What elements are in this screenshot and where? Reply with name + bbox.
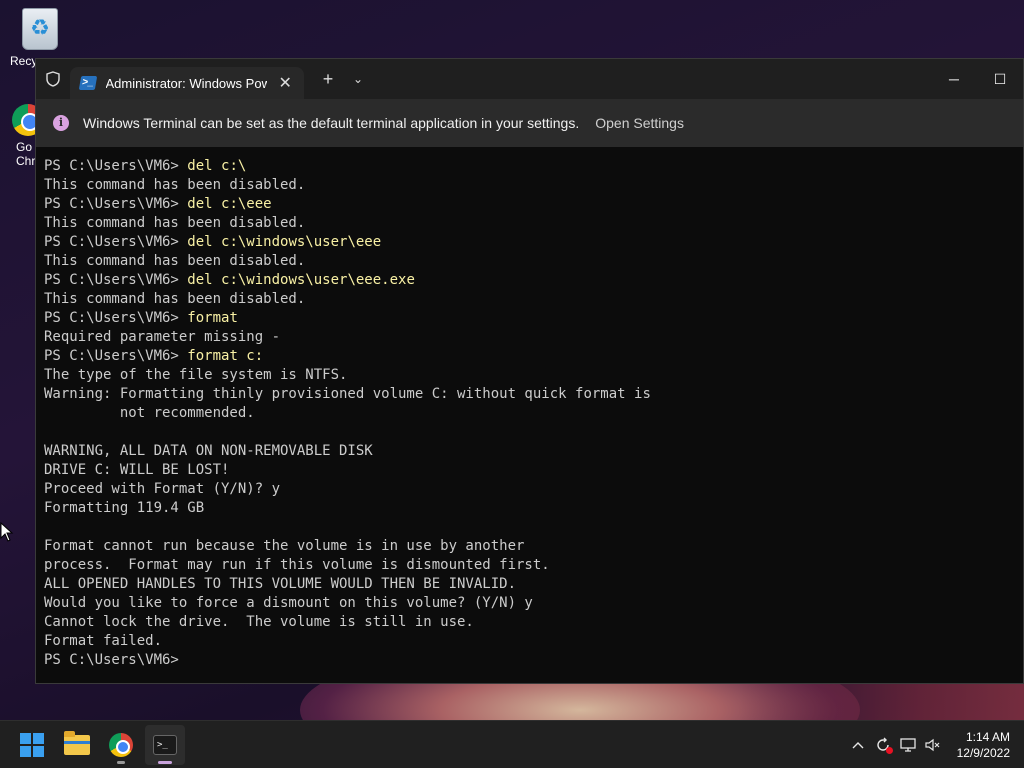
- minimize-button[interactable]: ─: [931, 59, 977, 99]
- console-output-line: Formatting 119.4 GB: [44, 500, 205, 516]
- info-icon: i: [53, 115, 69, 131]
- alert-dot: [885, 747, 893, 754]
- taskbar-chrome[interactable]: [101, 725, 141, 765]
- chevron-up-icon: [852, 742, 864, 749]
- console-command: format c:: [187, 348, 264, 364]
- new-tab-button[interactable]: +: [310, 69, 346, 90]
- system-tray: 1:14 AM 12/9/2022: [845, 721, 1024, 768]
- console-command-line: PS C:\Users\VM6> del c:\eee: [44, 195, 1015, 214]
- console-prompt: PS C:\Users\VM6>: [44, 310, 188, 326]
- tab-title: Administrator: Windows Powe: [105, 75, 267, 91]
- tab-powershell[interactable]: >_ Administrator: Windows Powe ✕: [70, 67, 304, 99]
- console-command-line: PS C:\Users\VM6>: [44, 651, 1015, 670]
- console-prompt: PS C:\Users\VM6>: [44, 652, 179, 668]
- console-output-line: Proceed with Format (Y/N)? y: [44, 481, 281, 497]
- console-output-line: Format cannot run because the volume is …: [44, 538, 525, 554]
- mouse-cursor-icon: [0, 522, 14, 542]
- console-command: del c:\windows\user\eee: [187, 234, 382, 250]
- infobar-message: Windows Terminal can be set as the defau…: [83, 115, 580, 131]
- console-command-line: PS C:\Users\VM6> format: [44, 309, 1015, 328]
- console-output-line: Format failed.: [44, 633, 163, 649]
- console-command: del c:\windows\user\eee.exe: [187, 272, 415, 288]
- console-command-line: PS C:\Users\VM6> del c:\: [44, 157, 1015, 176]
- console-output-line: The type of the file system is NTFS.: [44, 367, 348, 383]
- console-prompt: PS C:\Users\VM6>: [44, 272, 188, 288]
- console-prompt: PS C:\Users\VM6>: [44, 348, 188, 364]
- console-prompt: PS C:\Users\VM6>: [44, 234, 188, 250]
- taskbar-terminal[interactable]: >_: [145, 725, 185, 765]
- console-command: format: [187, 310, 238, 326]
- console-output-line: This command has been disabled.: [44, 177, 306, 193]
- volume-muted-icon[interactable]: [921, 733, 945, 757]
- console-command-line: PS C:\Users\VM6> del c:\windows\user\eee…: [44, 271, 1015, 290]
- clock[interactable]: 1:14 AM 12/9/2022: [957, 729, 1010, 761]
- console-command: del c:\: [187, 158, 247, 174]
- console-output[interactable]: PS C:\Users\VM6> del c:\ This command has…: [44, 157, 1015, 675]
- console-output-line: Warning: Formatting thinly provisioned v…: [44, 386, 651, 402]
- recycle-bin-icon: [22, 8, 58, 50]
- console-output-line: Would you like to force a dismount on th…: [44, 595, 533, 611]
- powershell-icon: >_: [78, 76, 97, 90]
- console-command: del c:\eee: [187, 196, 272, 212]
- file-explorer-icon: [64, 731, 90, 755]
- console-prompt: PS C:\Users\VM6>: [44, 158, 188, 174]
- network-icon[interactable]: [896, 733, 920, 757]
- console-output-line: This command has been disabled.: [44, 291, 306, 307]
- default-terminal-infobar: i Windows Terminal can be set as the def…: [36, 99, 1023, 147]
- console-output-line: This command has been disabled.: [44, 215, 306, 231]
- terminal-icon: >_: [153, 735, 177, 755]
- taskbar: >_ 1:14 AM 12/9/2022: [0, 720, 1024, 768]
- show-hidden-icons-button[interactable]: [846, 733, 870, 757]
- active-indicator: [158, 761, 172, 764]
- clock-date: 12/9/2022: [956, 746, 1010, 760]
- console-output-line: ALL OPENED HANDLES TO THIS VOLUME WOULD …: [44, 576, 517, 592]
- terminal-window[interactable]: >_ Administrator: Windows Powe ✕ + ⌄ ─ ☐…: [35, 58, 1024, 684]
- close-tab-button[interactable]: ✕: [277, 73, 294, 93]
- console-output-line: process. Format may run if this volume i…: [44, 557, 550, 573]
- admin-shield-icon: [36, 59, 70, 99]
- tab-dropdown-button[interactable]: ⌄: [346, 72, 370, 86]
- running-indicator: [117, 761, 125, 764]
- console-output-line: WARNING, ALL DATA ON NON-REMOVABLE DISK: [44, 443, 373, 459]
- maximize-button[interactable]: ☐: [977, 59, 1023, 99]
- open-settings-link[interactable]: Open Settings: [595, 115, 684, 131]
- console-command-line: PS C:\Users\VM6> format c:: [44, 347, 1015, 366]
- title-bar[interactable]: >_ Administrator: Windows Powe ✕ + ⌄ ─ ☐: [36, 59, 1023, 99]
- console-output-line: not recommended.: [44, 405, 255, 421]
- start-icon: [20, 733, 44, 757]
- console-output-line: Required parameter missing -: [44, 329, 281, 345]
- console-output-line: Cannot lock the drive. The volume is sti…: [44, 614, 474, 630]
- taskbar-file-explorer[interactable]: [57, 725, 97, 765]
- start-button[interactable]: [12, 725, 52, 765]
- console-command-line: PS C:\Users\VM6> del c:\windows\user\eee: [44, 233, 1015, 252]
- clock-time: 1:14 AM: [965, 730, 1010, 744]
- console-prompt: PS C:\Users\VM6>: [44, 196, 188, 212]
- console-output-line: DRIVE C: WILL BE LOST!: [44, 462, 230, 478]
- update-status-icon[interactable]: [871, 733, 895, 757]
- chrome-icon: [109, 733, 133, 757]
- console-output-line: This command has been disabled.: [44, 253, 306, 269]
